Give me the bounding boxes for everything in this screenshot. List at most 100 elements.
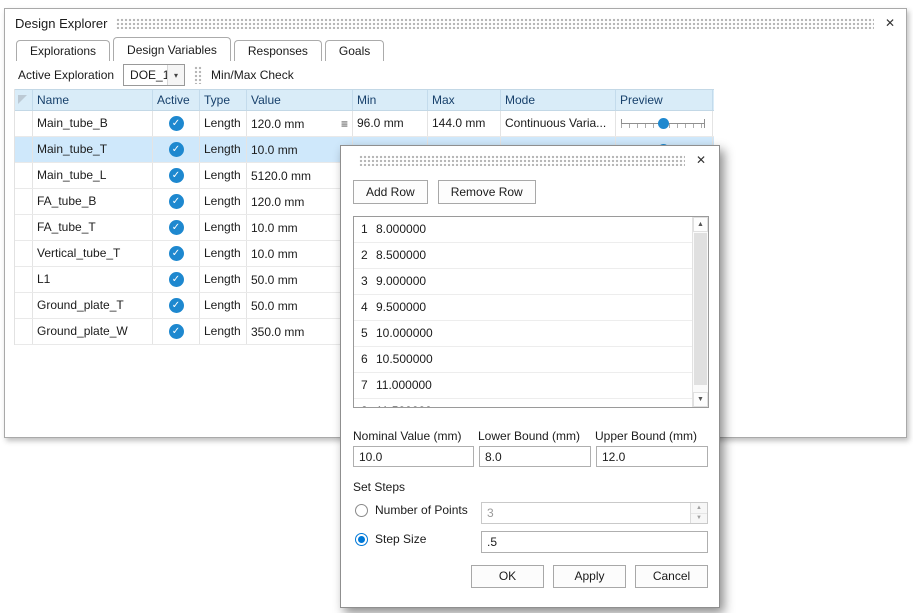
scroll-up-icon[interactable]: ▲ (693, 217, 708, 232)
spin-down-icon[interactable]: ▼ (691, 514, 707, 524)
step-index: 8 (361, 399, 369, 407)
value-steps-menu-icon[interactable]: ≡ (341, 112, 348, 136)
add-row-button[interactable]: Add Row (353, 180, 428, 204)
number-of-points-field[interactable] (482, 503, 691, 523)
upper-bound-field[interactable] (597, 447, 707, 466)
active-check-icon[interactable]: ✓ (169, 298, 184, 313)
step-row[interactable]: 39.000000 (354, 269, 692, 295)
spin-up-icon[interactable]: ▲ (691, 503, 707, 514)
step-row[interactable]: 711.000000 (354, 373, 692, 399)
step-value: 11.000000 (376, 373, 432, 398)
step-value: 11.500000 (376, 399, 432, 407)
step-value: 8.500000 (376, 243, 426, 268)
window-title: Design Explorer (15, 16, 108, 31)
cell-type: Length (200, 111, 247, 136)
tab-responses[interactable]: Responses (234, 40, 322, 61)
column-header-mode[interactable]: Mode (501, 90, 616, 110)
active-check-icon[interactable]: ✓ (169, 142, 184, 157)
step-row[interactable]: 2 8.500000 (354, 243, 692, 269)
toolbar-grip[interactable] (194, 66, 202, 84)
step-row[interactable]: 18.000000 (354, 217, 692, 243)
column-header-min[interactable]: Min (353, 90, 428, 110)
cell-name: Ground_plate_W (33, 319, 153, 344)
nominal-value-label: Nominal Value (mm) (353, 429, 461, 443)
step-size-option[interactable]: Step Size (355, 532, 426, 546)
ok-button[interactable]: OK (471, 565, 544, 588)
column-header-max[interactable]: Max (428, 90, 501, 110)
table-row-Main_tube_B[interactable]: Main_tube_B✓Length120.0 mm≡96.0 mm144.0 … (15, 111, 714, 137)
step-index: 2 (361, 243, 369, 268)
column-header-value[interactable]: Value (247, 90, 353, 110)
cell-value: 350.0 mm (247, 319, 353, 344)
cell-active: ✓ (153, 293, 200, 318)
window-titlebar: Design Explorer ✕ (5, 9, 906, 37)
lower-bound-label: Lower Bound (mm) (478, 429, 580, 443)
active-exploration-label: Active Exploration (18, 68, 114, 82)
active-check-icon[interactable]: ✓ (169, 324, 184, 339)
titlebar-grip[interactable] (116, 18, 874, 29)
row-handle (15, 319, 33, 344)
active-check-icon[interactable]: ✓ (169, 116, 184, 131)
scroll-down-icon[interactable]: ▼ (693, 392, 708, 407)
cell-name: FA_tube_T (33, 215, 153, 240)
tab-explorations[interactable]: Explorations (16, 40, 110, 61)
cell-value: 50.0 mm (247, 293, 353, 318)
lower-bound-field[interactable] (480, 447, 590, 466)
row-handle (15, 241, 33, 266)
cell-active: ✓ (153, 241, 200, 266)
exploration-toolbar: Active Exploration DOE_1 ▾ Min/Max Check (5, 61, 906, 89)
remove-row-button[interactable]: Remove Row (438, 180, 536, 204)
dialog-titlebar-grip[interactable] (359, 155, 685, 166)
steps-listbox[interactable]: 18.0000002 8.50000039.00000049.500000510.… (353, 216, 709, 408)
step-row[interactable]: 49.500000 (354, 295, 692, 321)
step-index: 6 (361, 347, 369, 372)
dialog-close-icon[interactable]: ✕ (693, 152, 709, 168)
value-text: 10.0 mm (251, 216, 298, 240)
column-header-preview[interactable]: Preview (616, 90, 713, 110)
number-of-points-radio[interactable] (355, 504, 368, 517)
step-value: 10.000000 (376, 321, 433, 346)
steps-scrollbar[interactable]: ▲ ▼ (692, 217, 708, 407)
preview-slider[interactable] (616, 111, 712, 136)
cell-value: 120.0 mm≡ (247, 111, 353, 136)
exploration-select[interactable]: DOE_1 ▾ (123, 64, 185, 86)
step-size-radio[interactable] (355, 533, 368, 546)
cell-active: ✓ (153, 215, 200, 240)
scrollbar-thumb[interactable] (694, 233, 707, 385)
cancel-button[interactable]: Cancel (635, 565, 708, 588)
apply-button[interactable]: Apply (553, 565, 626, 588)
screen: Design Explorer ✕ Explorations Design Va… (0, 0, 913, 613)
column-header-name[interactable]: Name (33, 90, 153, 110)
step-row[interactable]: 510.000000 (354, 321, 692, 347)
cell-preview (616, 111, 713, 136)
cell-min: 96.0 mm (353, 111, 428, 136)
select-all-corner[interactable] (15, 90, 33, 110)
step-row[interactable]: 610.500000 (354, 347, 692, 373)
column-header-type[interactable]: Type (200, 90, 247, 110)
tab-goals[interactable]: Goals (325, 40, 384, 61)
upper-bound-label: Upper Bound (mm) (595, 429, 697, 443)
column-header-active[interactable]: Active (153, 90, 200, 110)
value-text: 10.0 mm (251, 138, 298, 162)
cell-type: Length (200, 293, 247, 318)
value-text: 350.0 mm (251, 320, 304, 344)
dialog-titlebar: ✕ (341, 146, 719, 174)
nominal-value-field[interactable] (354, 447, 473, 466)
close-icon[interactable]: ✕ (882, 15, 898, 31)
tab-label: Goals (339, 44, 370, 58)
cell-name: L1 (33, 267, 153, 292)
active-check-icon[interactable]: ✓ (169, 194, 184, 209)
active-check-icon[interactable]: ✓ (169, 168, 184, 183)
cell-name: FA_tube_B (33, 189, 153, 214)
cell-active: ✓ (153, 111, 200, 136)
number-of-points-option[interactable]: Number of Points (355, 503, 468, 517)
active-check-icon[interactable]: ✓ (169, 220, 184, 235)
active-check-icon[interactable]: ✓ (169, 246, 184, 261)
step-row[interactable]: 8 11.500000 (354, 399, 692, 407)
tab-design-variables[interactable]: Design Variables (113, 37, 231, 61)
active-check-icon[interactable]: ✓ (169, 272, 184, 287)
spinner[interactable]: ▲ ▼ (690, 503, 707, 523)
step-size-field[interactable] (482, 532, 707, 552)
cell-name: Ground_plate_T (33, 293, 153, 318)
minmax-check-button[interactable]: Min/Max Check (211, 68, 294, 82)
